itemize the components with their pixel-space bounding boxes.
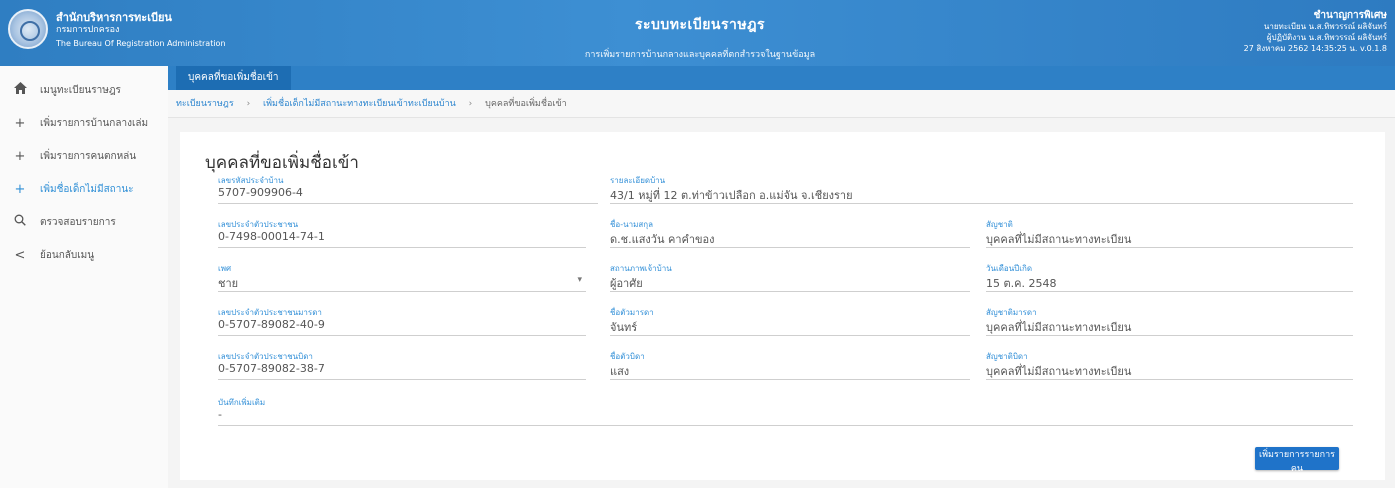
sidebar-item-add-missing-person[interactable]: + เพิ่มรายการคนตกหล่น — [0, 142, 168, 170]
gender-select[interactable]: เพศ ชาย ▾ — [218, 262, 586, 292]
breadcrumb-add-stateless-child[interactable]: เพิ่มชื่อเด็กไม่มีสถานะทางทะเบียนเข้าทะเ… — [263, 99, 456, 109]
house-code-field: เลขรหัสประจำบ้าน 5707-909906-4 — [218, 174, 598, 204]
sidebar-item-registration-menu[interactable]: เมนูทะเบียนราษฎร — [0, 76, 168, 104]
add-record-button[interactable]: เพิ่มรายการรายการคน — [1255, 447, 1339, 474]
house-status-field: สถานภาพเจ้าบ้าน ผู้อาศัย — [610, 262, 970, 292]
mother-name-value: จันทร์ — [610, 321, 638, 334]
breadcrumb-separator-icon: › — [468, 99, 473, 109]
note-label: บันทึกเพิ่มเติม — [218, 398, 266, 407]
breadcrumb-separator-icon: › — [246, 99, 251, 109]
dropdown-arrow-icon[interactable]: ▾ — [577, 275, 582, 285]
full-name-field: ชื่อ-นามสกุล ด.ช.แสงวัน คาคำของ — [610, 218, 970, 248]
org-name-line1: สำนักบริหารการทะเบียน — [56, 11, 172, 24]
full-name-value: ด.ช.แสงวัน คาคำของ — [610, 233, 715, 246]
sidebar-item-label: เพิ่มรายการบ้านกลางเล่ม — [40, 117, 149, 129]
address-value: 43/1 หมู่ที่ 12 ต.ท่าข้าวเปลือก อ.แม่จัน… — [610, 189, 853, 202]
house-status-value: ผู้อาศัย — [610, 277, 643, 290]
mother-id-value: 0-5707-89082-40-9 — [218, 318, 325, 331]
org-name-line2: กรมการปกครอง — [56, 25, 120, 35]
page-title: บุคคลที่ขอเพิ่มชื่อเข้า — [205, 153, 359, 173]
father-nationality-field: สัญชาติบิดา บุคคลที่ไม่มีสถานะทางทะเบียน — [986, 350, 1353, 380]
sidebar: เมนูทะเบียนราษฎร + เพิ่มรายการบ้านกลางเล… — [0, 66, 168, 488]
sidebar-item-label: เพิ่มรายการคนตกหล่น — [40, 150, 137, 162]
user-registrar: นายทะเบียน น.ส.ทิพวรรณ์ ผลิจันทร์ — [1263, 22, 1387, 31]
organization-name: สำนักบริหารการทะเบียน กรมการปกครอง The B… — [56, 11, 226, 50]
plus-icon: + — [14, 181, 26, 197]
address-field: รายละเอียดบ้าน 43/1 หมู่ที่ 12 ต.ท่าข้าว… — [610, 174, 1353, 204]
father-name-field: ชื่อตัวบิดา แสง — [610, 350, 970, 380]
mother-nationality-value: บุคคลที่ไม่มีสถานะทางทะเบียน — [986, 321, 1132, 334]
father-nationality-value: บุคคลที่ไม่มีสถานะทางทะเบียน — [986, 365, 1132, 378]
father-name-value: แสง — [610, 365, 630, 378]
note-textarea[interactable]: บันทึกเพิ่มเติม - — [218, 396, 1353, 426]
user-position: ชำนาญการพิเศษ — [1313, 10, 1387, 21]
person-detail-card: บุคคลที่ขอเพิ่มชื่อเข้า เลขรหัสประจำบ้าน… — [180, 132, 1385, 480]
sidebar-item-check-records[interactable]: ตรวจสอบรายการ — [0, 208, 168, 236]
id-number-value: 0-7498-00014-74-1 — [218, 230, 325, 243]
nationality-value: บุคคลที่ไม่มีสถานะทางทะเบียน — [986, 233, 1132, 246]
breadcrumb-current: บุคคลที่ขอเพิ่มชื่อเข้า — [485, 99, 567, 109]
sidebar-item-label: เมนูทะเบียนราษฎร — [40, 84, 121, 96]
tab-requested-person[interactable]: บุคคลที่ขอเพิ่มชื่อเข้า — [176, 66, 291, 90]
father-id-field: เลขประจำตัวประชาชนบิดา 0-5707-89082-38-7 — [218, 350, 586, 380]
sidebar-item-label: เพิ่มชื่อเด็กไม่มีสถานะ — [40, 183, 134, 195]
note-value: - — [218, 408, 222, 421]
department-seal-logo — [8, 9, 48, 49]
system-title: ระบบทะเบียนราษฎร — [634, 17, 766, 33]
sidebar-item-label: ย้อนกลับเมนู — [40, 249, 95, 261]
plus-icon: + — [14, 115, 26, 131]
search-icon — [0, 214, 40, 230]
app-header: สำนักบริหารการทะเบียน กรมการปกครอง The B… — [0, 0, 1395, 66]
sidebar-item-label: ตรวจสอบรายการ — [40, 216, 116, 228]
house-code-value: 5707-909906-4 — [218, 186, 303, 199]
nationality-field: สัญชาติ บุคคลที่ไม่มีสถานะทางทะเบียน — [986, 218, 1353, 248]
plus-icon: + — [14, 148, 26, 164]
org-name-english: The Bureau Of Registration Administratio… — [56, 39, 226, 48]
mother-id-field: เลขประจำตัวประชาชนมารดา 0-5707-89082-40-… — [218, 306, 586, 336]
user-operator: ผู้ปฏิบัติงาน น.ส.ทิพวรรณ์ ผลิจันทร์ — [1266, 33, 1387, 42]
sidebar-item-add-central-house[interactable]: + เพิ่มรายการบ้านกลางเล่ม — [0, 109, 168, 137]
home-icon — [0, 82, 40, 98]
birth-date-field: วันเดือนปีเกิด 15 ต.ค. 2548 — [986, 262, 1353, 292]
datetime-version: 27 สิงหาคม 2562 14:35:25 น. v.0.1.8 — [1243, 44, 1387, 53]
sidebar-item-add-stateless-child[interactable]: + เพิ่มชื่อเด็กไม่มีสถานะ — [0, 175, 168, 203]
gender-value: ชาย — [218, 277, 239, 290]
id-number-field: เลขประจำตัวประชาชน 0-7498-00014-74-1 — [218, 218, 586, 248]
back-icon: < — [14, 247, 26, 263]
mother-nationality-field: สัญชาติมารดา บุคคลที่ไม่มีสถานะทางทะเบีย… — [986, 306, 1353, 336]
breadcrumb-registration[interactable]: ทะเบียนราษฎร — [176, 99, 234, 109]
birth-date-value: 15 ต.ค. 2548 — [986, 277, 1057, 290]
sidebar-item-back-menu[interactable]: < ย้อนกลับเมนู — [0, 241, 168, 269]
mother-name-field: ชื่อตัวมารดา จันทร์ — [610, 306, 970, 336]
user-info: ชำนาญการพิเศษ นายทะเบียน น.ส.ทิพวรรณ์ ผล… — [1244, 10, 1387, 54]
system-title-block: ระบบทะเบียนราษฎร การเพิ่มรายการบ้านกลางแ… — [470, 14, 930, 61]
system-subtitle: การเพิ่มรายการบ้านกลางและบุคคลที่ตกสำรวจ… — [584, 50, 816, 60]
breadcrumb: ทะเบียนราษฎร › เพิ่มชื่อเด็กไม่มีสถานะทา… — [168, 90, 1395, 118]
father-id-value: 0-5707-89082-38-7 — [218, 362, 325, 375]
tab-strip: บุคคลที่ขอเพิ่มชื่อเข้า — [168, 66, 1395, 90]
